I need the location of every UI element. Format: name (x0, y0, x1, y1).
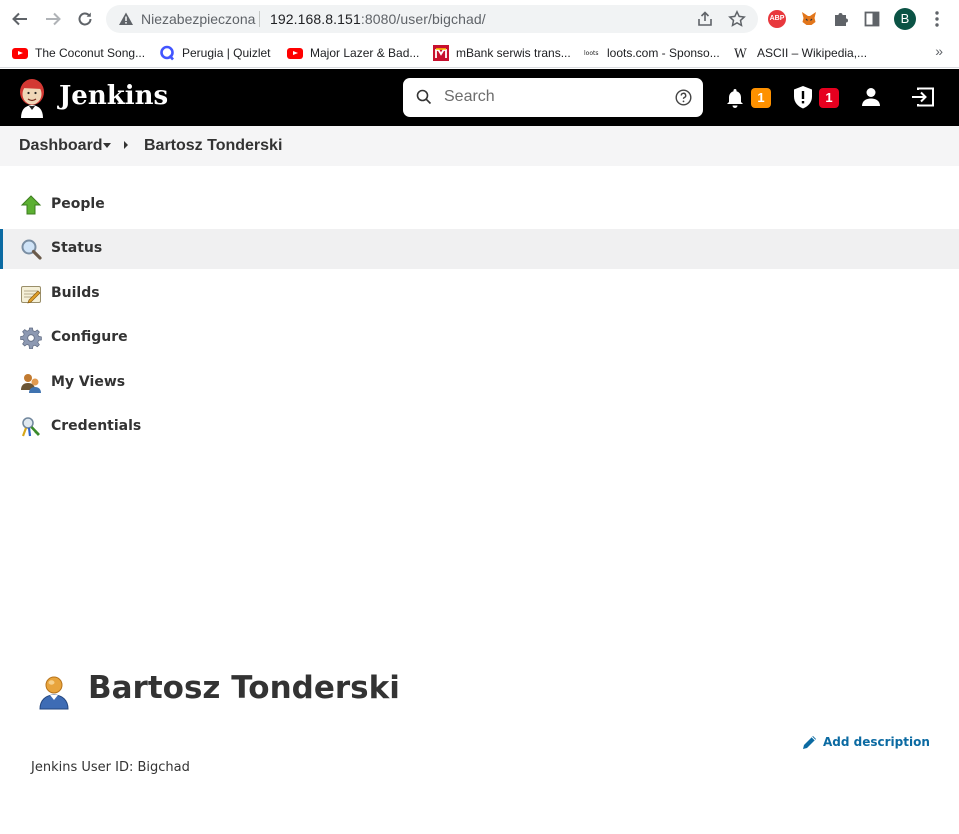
reload-button[interactable] (74, 8, 96, 30)
bookmark-star-icon[interactable] (728, 10, 746, 28)
divider (259, 11, 260, 27)
task-people[interactable]: People (0, 185, 959, 225)
task-label: Configure (51, 329, 128, 345)
breadcrumb: Dashboard Bartosz Tonderski (0, 126, 959, 166)
metamask-extension-button[interactable] (799, 9, 819, 29)
kebab-menu-icon (935, 11, 939, 27)
extensions-button[interactable] (831, 9, 851, 29)
jenkins-user-id: Jenkins User ID: Bigchad (31, 760, 190, 775)
notifications-bell-icon[interactable] (724, 87, 746, 109)
puzzle-icon (835, 13, 848, 26)
url-text: 192.168.8.151:8080/user/bigchad/ (270, 11, 486, 27)
task-label: Credentials (51, 418, 142, 434)
warning-icon (119, 12, 133, 25)
task-my-views[interactable]: My Views (0, 363, 959, 403)
forward-arrow-icon (46, 12, 61, 26)
task-label: Status (51, 240, 103, 256)
bookmark-label: Major Lazer & Bad... (310, 46, 420, 60)
bookmark-item[interactable]: W ASCII – Wikipedia,... (734, 43, 867, 63)
bookmark-item[interactable]: mBank serwis trans... (433, 43, 571, 63)
share-icon[interactable] (696, 10, 714, 28)
back-button[interactable] (9, 8, 31, 30)
metamask-fox-icon (802, 12, 816, 25)
browser-toolbar: Niezabezpieczona 192.168.8.151:8080/user… (0, 0, 959, 38)
insecure-label: Niezabezpieczona (141, 11, 256, 27)
credentials-icon (21, 417, 40, 437)
jenkins-header: Jenkins 1 1 (0, 69, 959, 126)
users-icon (21, 374, 41, 393)
pencil-icon (803, 735, 816, 749)
bookmark-label: ASCII – Wikipedia,... (757, 46, 868, 60)
task-credentials[interactable]: Credentials (0, 407, 959, 447)
address-bar[interactable]: Niezabezpieczona 192.168.8.151:8080/user… (106, 5, 758, 33)
search-box (403, 78, 703, 117)
url-path: :8080/user/bigchad/ (360, 11, 486, 27)
quizlet-icon (159, 45, 175, 61)
notepad-icon (21, 286, 41, 304)
youtube-icon (287, 45, 303, 61)
bookmark-label: The Coconut Song... (35, 46, 146, 60)
wikipedia-icon: W (734, 45, 750, 61)
security-count-badge[interactable]: 1 (819, 88, 839, 108)
breadcrumb-dashboard-link[interactable]: Dashboard (19, 137, 103, 155)
bookmark-item[interactable]: Major Lazer & Bad... (287, 43, 419, 63)
help-icon[interactable] (675, 89, 692, 106)
task-label: Builds (51, 285, 100, 301)
bookmark-item[interactable]: loots loots.com - Sponso... (584, 43, 720, 63)
add-description-label: Add description (823, 735, 930, 749)
page-title: Bartosz Tonderski (88, 670, 400, 706)
dropdown-caret-icon[interactable] (103, 143, 111, 148)
notifications-count-badge[interactable]: 1 (751, 88, 771, 108)
bookmarks-bar: The Coconut Song... Perugia | Quizlet Ma… (0, 38, 959, 68)
breadcrumb-current-user[interactable]: Bartosz Tonderski (144, 137, 282, 155)
browser-menu-button[interactable] (927, 9, 947, 29)
reload-icon (78, 12, 92, 26)
user-avatar-icon (39, 676, 69, 710)
bookmark-label: Perugia | Quizlet (182, 46, 271, 60)
youtube-icon (12, 45, 28, 61)
search-icon (416, 89, 432, 105)
jenkins-logo-icon[interactable] (16, 78, 48, 118)
adblock-extension-button[interactable]: ABP (767, 9, 787, 29)
bookmark-label: mBank serwis trans... (456, 46, 571, 60)
avatar: B (894, 8, 916, 30)
bookmark-label: loots.com - Sponso... (607, 46, 720, 60)
add-description-link[interactable]: Add description (801, 733, 930, 751)
mbank-icon (433, 45, 449, 61)
magnifier-icon (21, 239, 42, 260)
sidepanel-icon (864, 11, 880, 27)
svg-text:loots: loots (584, 50, 599, 57)
bookmark-item[interactable]: The Coconut Song... (12, 43, 145, 63)
task-builds[interactable]: Builds (0, 274, 959, 314)
security-shield-icon[interactable] (792, 85, 814, 109)
search-input[interactable] (444, 86, 664, 108)
svg-text:W: W (734, 45, 747, 60)
forward-button[interactable] (42, 8, 64, 30)
task-label: People (51, 196, 105, 212)
gear-icon (20, 327, 42, 349)
task-label: My Views (51, 374, 126, 390)
logout-icon[interactable] (910, 86, 936, 108)
jenkins-title[interactable]: Jenkins (59, 81, 168, 111)
url-host: 192.168.8.151 (270, 11, 361, 27)
task-status[interactable]: Status (0, 229, 959, 269)
more-bookmarks-button[interactable]: » (935, 43, 943, 59)
bookmark-item[interactable]: Perugia | Quizlet (159, 43, 271, 63)
profile-button[interactable]: B (894, 8, 916, 30)
abp-icon: ABP (768, 10, 786, 28)
green-arrow-up-icon (20, 195, 42, 215)
back-arrow-icon (12, 12, 27, 26)
task-configure[interactable]: Configure (0, 318, 959, 358)
loots-icon: loots (584, 45, 600, 61)
side-panel-button[interactable] (862, 9, 882, 29)
breadcrumb-separator-icon (124, 141, 128, 149)
user-account-icon[interactable] (860, 86, 882, 108)
